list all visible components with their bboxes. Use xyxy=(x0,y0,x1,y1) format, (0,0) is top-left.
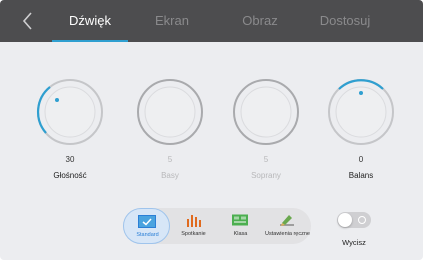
mode-standard[interactable]: Standard xyxy=(123,208,170,244)
bass-dial xyxy=(137,79,203,145)
treble-value: 5 xyxy=(263,155,269,164)
tab-screen[interactable]: Ekran xyxy=(142,0,202,42)
bass-knob: 5 Basy xyxy=(135,76,205,180)
tab-customize[interactable]: Dostosuj xyxy=(305,0,385,42)
volume-dial[interactable] xyxy=(35,76,105,148)
pencil-icon xyxy=(280,215,294,226)
mode-class[interactable]: Klasa xyxy=(217,208,264,244)
balance-knob[interactable]: 0 Balans xyxy=(326,76,396,180)
treble-dial xyxy=(233,79,299,145)
balance-value: 0 xyxy=(358,155,364,164)
treble-knob: 5 Soprany xyxy=(231,76,301,180)
mute-toggle-knob xyxy=(338,213,352,227)
tab-picture[interactable]: Obraz xyxy=(230,0,290,42)
check-icon xyxy=(138,215,156,228)
sound-settings-panel: Dźwięk Ekran Obraz Dostosuj 30 Głośność … xyxy=(0,0,423,260)
mode-manual-label: Ustawienia ręczne xyxy=(265,231,310,237)
volume-label: Głośność xyxy=(53,171,87,180)
volume-knob[interactable]: 30 Głośność xyxy=(35,76,105,180)
sound-mode-selector: Standard Spotkanie Klasa Ustawienia ręcz… xyxy=(123,208,311,244)
mute-toggle[interactable] xyxy=(337,212,371,228)
back-chevron-icon[interactable] xyxy=(18,10,38,32)
balance-dial[interactable] xyxy=(326,76,396,148)
tab-sound[interactable]: Dźwięk xyxy=(52,0,128,42)
bar-chart-icon xyxy=(187,215,201,227)
active-tab-indicator xyxy=(52,40,128,42)
mute-label: Wycisz xyxy=(342,238,366,247)
mode-meeting[interactable]: Spotkanie xyxy=(170,208,217,244)
settings-header: Dźwięk Ekran Obraz Dostosuj xyxy=(0,0,423,42)
treble-label: Soprany xyxy=(251,171,281,180)
off-indicator-icon xyxy=(358,216,366,224)
board-icon xyxy=(232,214,248,226)
volume-value: 30 xyxy=(65,155,75,164)
bass-value: 5 xyxy=(167,155,173,164)
balance-label: Balans xyxy=(348,171,374,180)
mode-manual[interactable]: Ustawienia ręczne xyxy=(264,208,311,244)
bass-label: Basy xyxy=(161,171,179,180)
